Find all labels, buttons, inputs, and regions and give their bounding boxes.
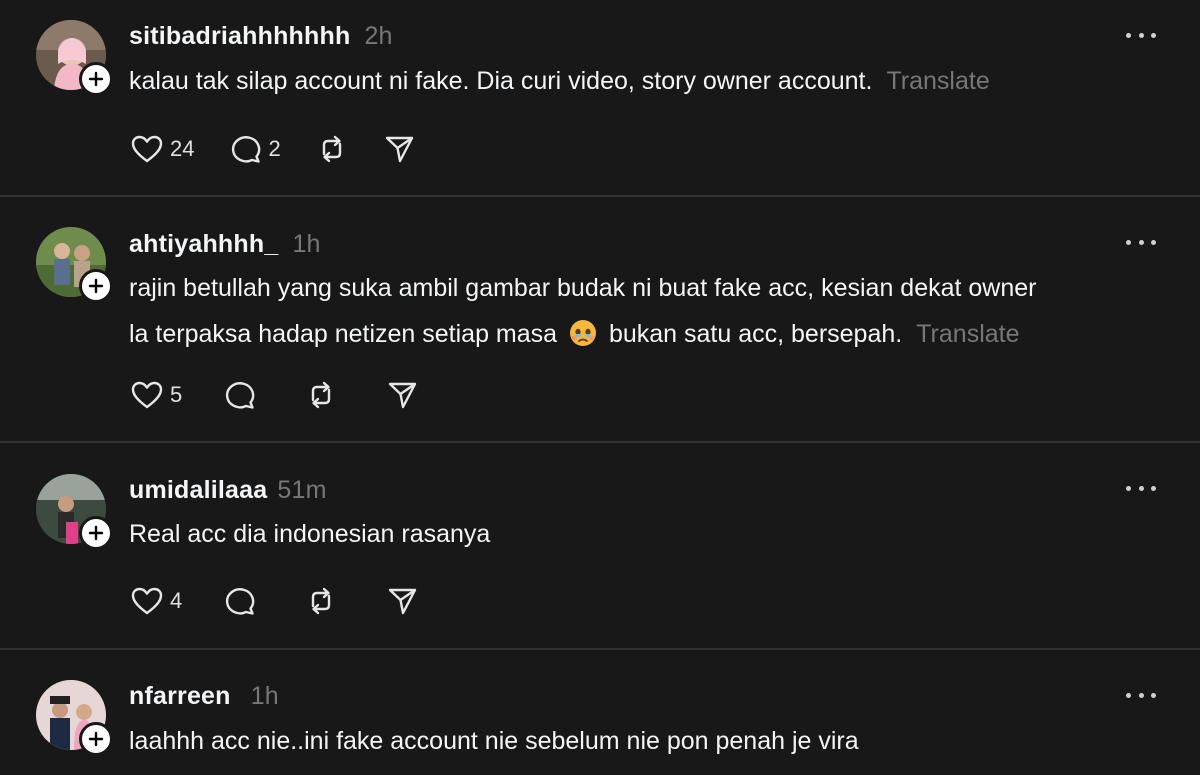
post-divider	[0, 648, 1200, 650]
plus-icon	[88, 525, 104, 541]
follow-button[interactable]	[79, 722, 113, 756]
share-button[interactable]	[386, 379, 420, 411]
post-actions: 4	[130, 583, 454, 619]
plus-icon	[88, 278, 104, 294]
reply-button[interactable]	[222, 379, 256, 411]
avatar[interactable]	[36, 474, 113, 550]
heart-icon	[131, 381, 163, 409]
comment-icon	[226, 382, 255, 409]
post-timestamp: 51m	[277, 476, 327, 504]
more-options-icon	[1126, 692, 1131, 698]
avatar[interactable]	[36, 20, 113, 96]
holding-back-tears-emoji	[570, 320, 597, 346]
follow-button[interactable]	[79, 62, 113, 96]
heart-icon	[131, 135, 163, 163]
repost-button[interactable]	[304, 379, 338, 411]
like-button[interactable]: 4	[130, 585, 182, 617]
like-button[interactable]: 5	[130, 379, 182, 411]
reply-button[interactable]: 2	[228, 133, 281, 165]
more-options-icon	[1126, 485, 1131, 491]
like-count: 5	[170, 382, 183, 407]
repost-button[interactable]	[304, 585, 338, 617]
more-options-icon	[1126, 239, 1131, 245]
heart-icon	[131, 587, 163, 615]
send-icon	[385, 136, 413, 163]
send-icon	[389, 382, 417, 409]
post-divider	[0, 195, 1200, 197]
more-options-button[interactable]	[1126, 690, 1156, 700]
more-options-button[interactable]	[1126, 30, 1156, 40]
post-divider	[0, 441, 1200, 443]
username-text: nfarreen	[129, 682, 231, 710]
send-icon	[389, 588, 417, 615]
repost-button[interactable]	[315, 133, 349, 165]
share-button[interactable]	[383, 133, 417, 165]
post-text: rajin betullah yang suka ambil gambar bu…	[129, 265, 1179, 357]
post-body-line: la terpaksa hadap netizen setiap masa bu…	[129, 320, 1020, 348]
post-body: Real acc dia indonesian rasanya	[129, 520, 491, 548]
post-timestamp: 2h	[364, 22, 393, 50]
post-timestamp: 1h	[250, 682, 279, 710]
repost-icon	[312, 587, 331, 615]
avatar[interactable]	[36, 680, 113, 756]
post-text: Real acc dia indonesian rasanya	[129, 511, 1179, 557]
translate-link[interactable]: Translate	[916, 320, 1019, 348]
more-options-icon	[1126, 32, 1131, 38]
username-text: ahtiyahhhh_	[129, 230, 279, 258]
repost-icon	[322, 135, 341, 163]
post-actions: 24 2	[130, 131, 451, 167]
post-actions: 5	[130, 377, 454, 413]
follow-button[interactable]	[79, 516, 113, 550]
avatar[interactable]	[36, 227, 113, 303]
reply-count: 2	[268, 136, 281, 161]
plus-icon	[88, 731, 104, 747]
translate-link[interactable]: Translate	[886, 67, 989, 95]
post-text: laahhh acc nie..ini fake account nie seb…	[129, 718, 1179, 764]
more-options-button[interactable]	[1126, 483, 1156, 493]
like-count: 4	[170, 588, 183, 613]
post-body-line: rajin betullah yang suka ambil gambar bu…	[129, 274, 1037, 302]
post-username[interactable]: umidalilaaa 51m	[129, 476, 327, 505]
username-text: sitibadriahhhhhhh	[129, 22, 351, 50]
follow-button[interactable]	[79, 269, 113, 303]
more-options-button[interactable]	[1126, 237, 1156, 247]
repost-icon	[312, 381, 331, 409]
share-button[interactable]	[386, 585, 420, 617]
post-text: kalau tak silap account ni fake. Dia cur…	[129, 58, 1179, 104]
post-username[interactable]: nfarreen 1h	[129, 682, 279, 711]
reply-button[interactable]	[222, 585, 256, 617]
comment-icon	[226, 588, 255, 615]
like-count: 24	[170, 136, 195, 161]
post-timestamp: 1h	[292, 230, 321, 258]
like-button[interactable]: 24	[130, 133, 194, 165]
comment-icon	[232, 136, 261, 163]
post-username[interactable]: sitibadriahhhhhhh 2h	[129, 22, 393, 51]
post-username[interactable]: ahtiyahhhh_ 1h	[129, 230, 321, 259]
post-body: laahhh acc nie..ini fake account nie seb…	[129, 727, 859, 755]
username-text: umidalilaaa	[129, 476, 268, 504]
plus-icon	[88, 71, 104, 87]
post-body: kalau tak silap account ni fake. Dia cur…	[129, 67, 873, 95]
